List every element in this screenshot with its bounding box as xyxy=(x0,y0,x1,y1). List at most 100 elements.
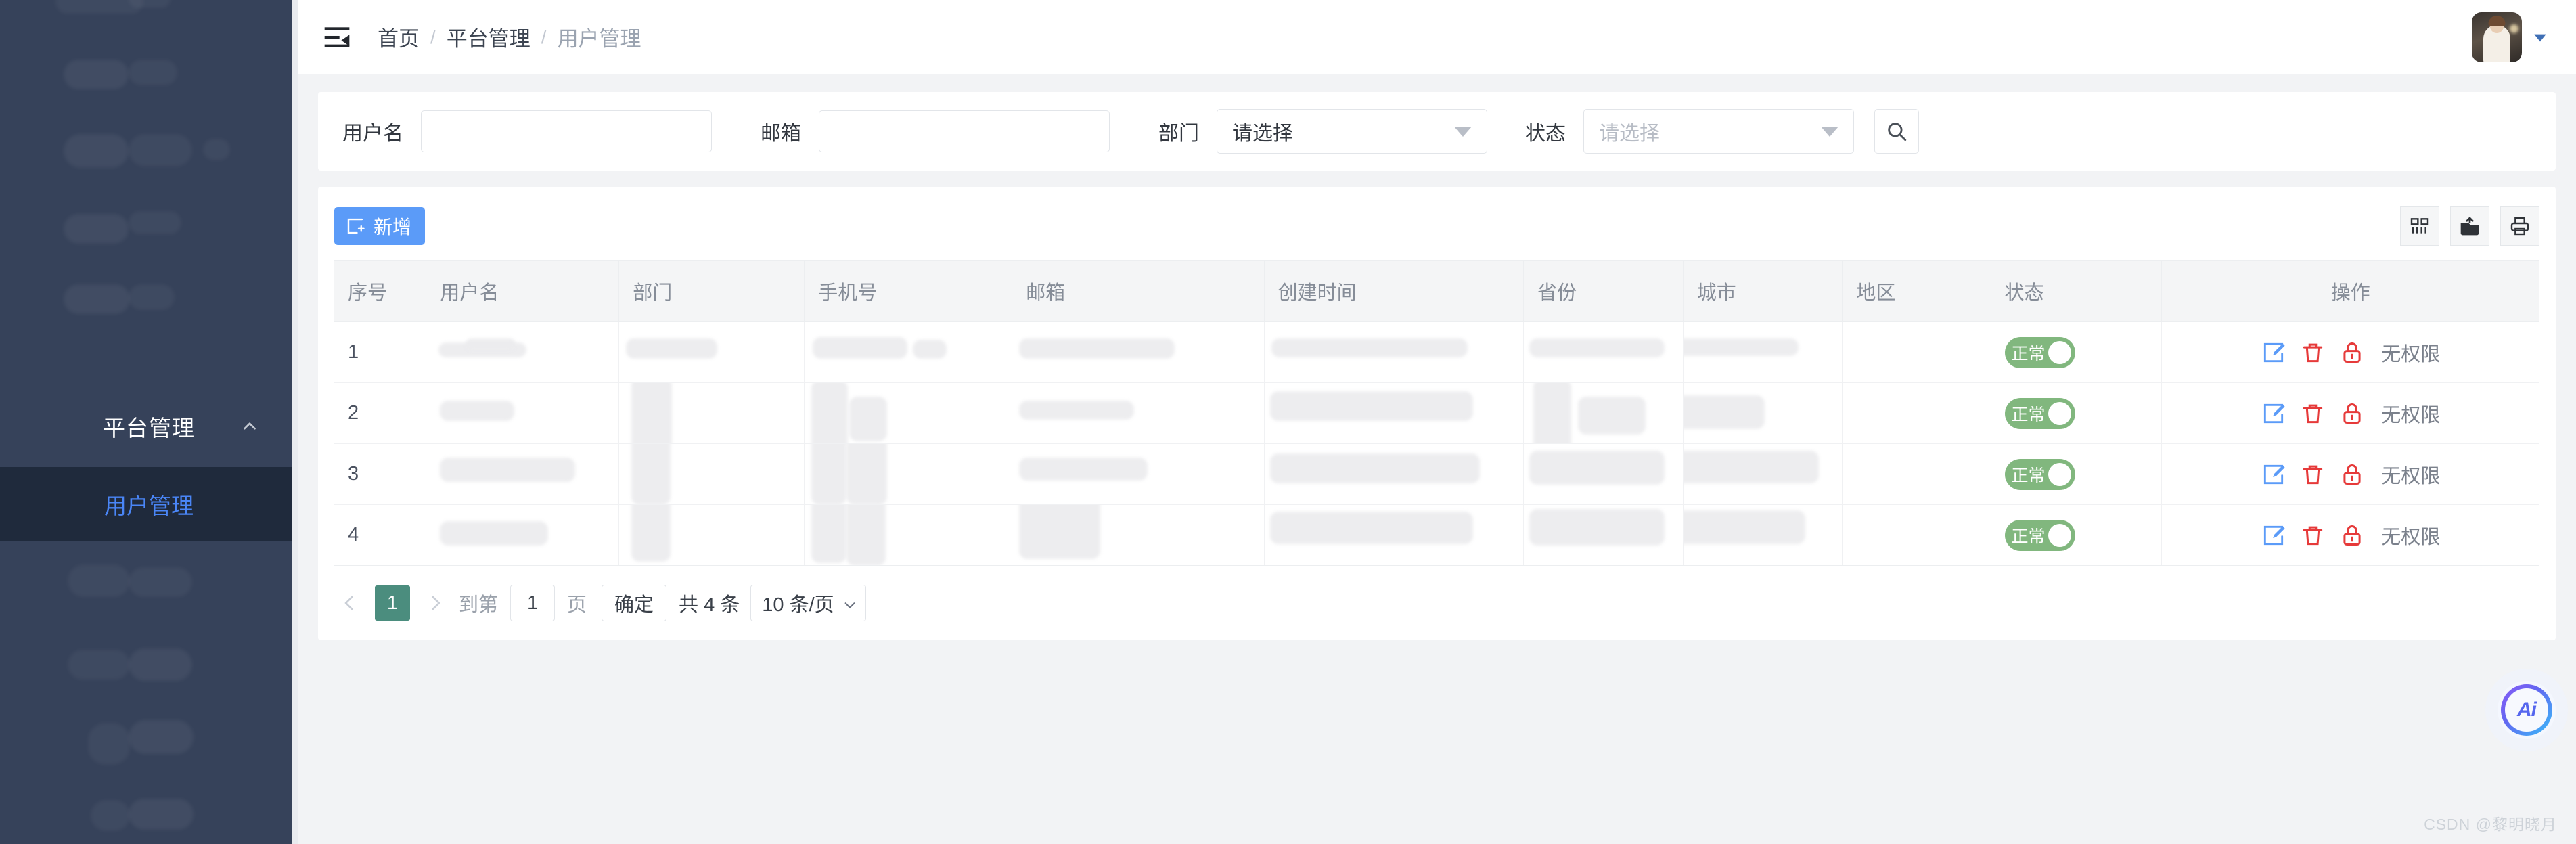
cell-created-time xyxy=(1264,443,1524,505)
top-bar: 首页 / 平台管理 / 用户管理 xyxy=(298,0,2576,74)
cell-index: 4 xyxy=(334,504,427,566)
cell-username xyxy=(426,382,620,444)
table-row[interactable]: 3 正常 无权限 xyxy=(334,443,2539,505)
goto-page-input[interactable] xyxy=(510,585,556,621)
table-header: 序号 用户名 部门 手机号 邮箱 创建时间 省份 城市 地区 状态 操作 xyxy=(334,260,2539,322)
cell-province xyxy=(1523,382,1684,444)
page-number-1[interactable]: 1 xyxy=(375,585,410,621)
department-select[interactable]: 请选择 xyxy=(1217,109,1487,154)
caret-down-icon[interactable] xyxy=(2531,28,2549,46)
print-icon[interactable] xyxy=(2500,206,2539,246)
filter-email-label: 邮箱 xyxy=(761,123,801,145)
status-toggle[interactable]: 正常 xyxy=(2004,397,2075,429)
table-row[interactable]: 4 正常 无权限 xyxy=(334,504,2539,566)
col-email: 邮箱 xyxy=(1012,260,1265,322)
chevron-left-icon[interactable] xyxy=(334,587,365,619)
table-row[interactable]: 2 正常 无权限 xyxy=(334,382,2539,444)
breadcrumb-item-user-management: 用户管理 xyxy=(557,27,641,51)
lock-icon[interactable] xyxy=(2339,462,2365,487)
cell-district xyxy=(1842,443,1991,505)
add-button-label: 新增 xyxy=(374,217,412,238)
cell-created-time xyxy=(1264,504,1524,566)
col-phone: 手机号 xyxy=(804,260,1013,322)
menu-fold-icon[interactable] xyxy=(322,22,352,52)
status-toggle[interactable]: 正常 xyxy=(2004,336,2075,368)
status-toggle[interactable]: 正常 xyxy=(2004,519,2075,551)
export-icon[interactable] xyxy=(2450,206,2489,246)
col-city: 城市 xyxy=(1683,260,1843,322)
toggle-knob xyxy=(2048,401,2071,425)
ai-assistant-button[interactable]: Ai xyxy=(2498,681,2556,739)
search-button[interactable] xyxy=(1874,109,1919,154)
table-tool-icons xyxy=(2400,206,2539,246)
cell-email xyxy=(1012,504,1265,566)
user-table: 序号 用户名 部门 手机号 邮箱 创建时间 省份 城市 地区 状态 操作 1 正… xyxy=(334,260,2539,566)
cell-email xyxy=(1012,382,1265,444)
lock-icon[interactable] xyxy=(2339,340,2365,365)
col-province: 省份 xyxy=(1523,260,1684,322)
cell-department xyxy=(618,382,805,444)
page-size-select[interactable]: 10 条/页 xyxy=(750,585,866,621)
delete-icon[interactable] xyxy=(2300,523,2326,548)
column-settings-icon[interactable] xyxy=(2400,206,2439,246)
col-district: 地区 xyxy=(1842,260,1991,322)
status-toggle-label: 正常 xyxy=(2011,466,2046,485)
sidebar: 平台管理 用户管理 xyxy=(0,0,298,844)
lock-icon[interactable] xyxy=(2339,401,2365,426)
action-no-permission-label: 无权限 xyxy=(2381,465,2441,487)
cell-username xyxy=(426,504,620,566)
lock-icon[interactable] xyxy=(2339,523,2365,548)
filter-username-label: 用户名 xyxy=(342,123,403,145)
cell-department xyxy=(618,321,805,383)
sidebar-item-user-management[interactable]: 用户管理 xyxy=(0,467,298,541)
cell-email xyxy=(1012,321,1265,383)
cell-actions: 无权限 xyxy=(2161,321,2539,383)
main-area: 首页 / 平台管理 / 用户管理 用户名 邮箱 部门 请选择 状态 请选择 新增… xyxy=(298,0,2576,844)
status-select[interactable]: 请选择 xyxy=(1583,109,1854,154)
delete-icon[interactable] xyxy=(2300,401,2326,426)
edit-icon[interactable] xyxy=(2261,340,2286,365)
cell-created-time xyxy=(1264,321,1524,383)
confirm-button[interactable]: 确定 xyxy=(602,585,667,621)
edit-icon[interactable] xyxy=(2261,401,2286,426)
goto-suffix-label: 页 xyxy=(567,594,587,616)
cell-index: 2 xyxy=(334,382,427,444)
sidebar-group-platform-management[interactable]: 平台管理 xyxy=(0,386,298,467)
edit-icon[interactable] xyxy=(2261,462,2286,487)
email-input[interactable] xyxy=(819,110,1110,152)
chevron-down-icon xyxy=(842,596,857,610)
col-index: 序号 xyxy=(334,260,427,322)
ai-label: Ai xyxy=(2505,688,2548,732)
chevron-down-icon xyxy=(1454,126,1472,137)
cell-province xyxy=(1523,443,1684,505)
cell-district xyxy=(1842,382,1991,444)
status-toggle[interactable]: 正常 xyxy=(2004,458,2075,490)
sidebar-scrollbar[interactable] xyxy=(292,0,298,844)
edit-icon[interactable] xyxy=(2261,523,2286,548)
toggle-knob xyxy=(2048,523,2071,547)
cell-province xyxy=(1523,504,1684,566)
cell-status: 正常 xyxy=(1991,321,2162,383)
add-button[interactable]: 新增 xyxy=(334,207,426,245)
table-row[interactable]: 1 正常 无权限 xyxy=(334,321,2539,383)
delete-icon[interactable] xyxy=(2300,340,2326,365)
username-input[interactable] xyxy=(421,110,712,152)
status-toggle-label: 正常 xyxy=(2011,527,2046,546)
filter-status-label: 状态 xyxy=(1525,123,1566,145)
cell-phone xyxy=(804,443,1013,505)
breadcrumb-item-platform-management[interactable]: 平台管理 xyxy=(447,22,530,52)
cell-province xyxy=(1523,321,1684,383)
col-username: 用户名 xyxy=(426,260,620,322)
chevron-right-icon[interactable] xyxy=(420,587,451,619)
breadcrumb-item-home[interactable]: 首页 xyxy=(378,22,420,52)
filter-department: 部门 请选择 xyxy=(1158,109,1487,154)
search-icon xyxy=(1885,120,1908,143)
filter-email: 邮箱 xyxy=(761,110,1110,152)
chevron-up-icon[interactable] xyxy=(241,418,258,435)
cell-phone xyxy=(804,504,1013,566)
delete-icon[interactable] xyxy=(2300,462,2326,487)
avatar[interactable] xyxy=(2472,12,2522,62)
table-header-row: 序号 用户名 部门 手机号 邮箱 创建时间 省份 城市 地区 状态 操作 xyxy=(334,260,2539,322)
page-size-value: 10 条/页 xyxy=(762,594,834,616)
filter-department-label: 部门 xyxy=(1158,123,1199,145)
